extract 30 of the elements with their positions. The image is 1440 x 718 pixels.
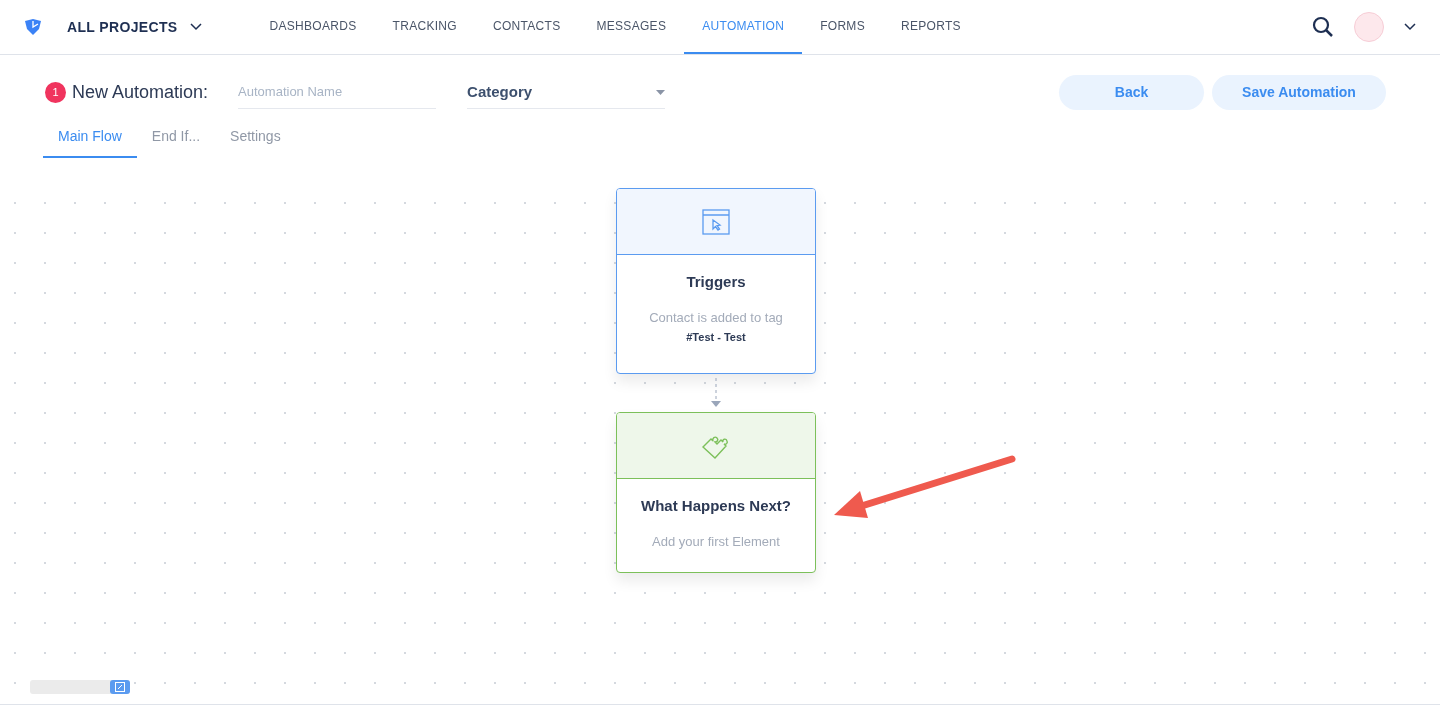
chevron-down-icon[interactable] (1404, 23, 1416, 31)
category-dropdown[interactable]: Category (467, 75, 666, 110)
element-node[interactable]: What Happens Next? Add your first Element (616, 412, 816, 573)
nav-tab[interactable]: DASHBOARDS (251, 0, 375, 54)
nav-tab[interactable]: REPORTS (882, 0, 979, 54)
zoom-slider[interactable] (30, 680, 130, 694)
tag-name: #Test - Test (686, 330, 746, 345)
project-selector[interactable]: ALL PROJECTS (67, 16, 202, 38)
trigger-node[interactable]: Triggers Contact is added to tag #Test - Test (616, 188, 816, 374)
search-icon[interactable] (1312, 16, 1334, 38)
nav-tab[interactable]: MESSAGES (578, 0, 685, 54)
nav-tab[interactable]: AUTOMATION (684, 0, 803, 54)
node-description: Add your first Element (652, 532, 780, 551)
node-title: Triggers (686, 272, 746, 292)
nav-tab[interactable]: CONTACTS (474, 0, 579, 54)
chevron-down-icon (189, 23, 202, 31)
window-cursor-icon (702, 208, 730, 235)
node-title: What Happens Next? (641, 496, 791, 516)
nav-tab[interactable]: TRACKING (374, 0, 475, 54)
flow-tab[interactable]: Main Flow (43, 122, 137, 158)
automation-name-field[interactable]: Automation Name (238, 76, 437, 109)
connector-arrow (711, 378, 721, 408)
expand-icon (115, 682, 125, 692)
step-badge: 1 (45, 82, 66, 103)
slider-thumb[interactable] (110, 680, 130, 694)
shield-logo-icon[interactable] (24, 18, 42, 36)
nav-tab[interactable]: FORMS (802, 0, 883, 54)
node-description: Contact is added to tag (649, 308, 783, 327)
caret-down-icon (656, 89, 666, 95)
page-title: New Automation: (72, 81, 209, 104)
